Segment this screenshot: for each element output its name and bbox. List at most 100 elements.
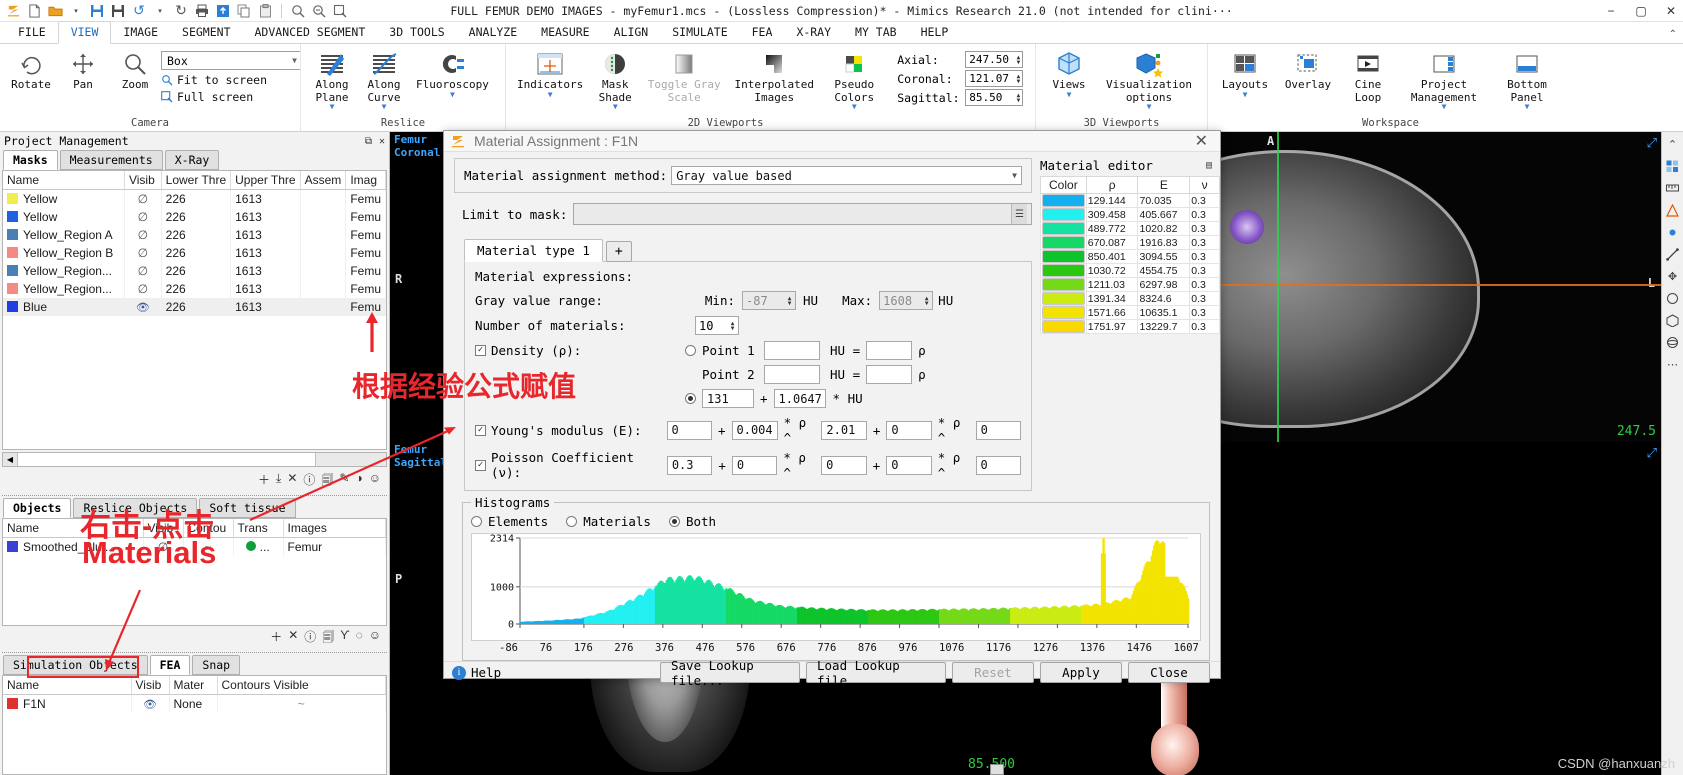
visualization-options-button[interactable]: Visualization options ▼ xyxy=(1097,47,1201,111)
pan-button[interactable]: Pan xyxy=(57,47,109,92)
medit-col-e[interactable]: E xyxy=(1137,176,1191,194)
overlay-button[interactable]: Overlay xyxy=(1277,47,1339,92)
masks-col-upper-threshold[interactable]: Upper Thre xyxy=(230,171,301,190)
pseudo-colors-dropdown-icon[interactable]: ▼ xyxy=(852,103,857,111)
eye-hidden-icon[interactable]: ∅ xyxy=(138,246,148,260)
histogram-option-elements[interactable]: Elements xyxy=(471,514,548,529)
material-e-cell[interactable]: 3094.55 xyxy=(1137,249,1191,264)
coronal-spinner[interactable]: 121.07 ▲ ▼ xyxy=(965,70,1024,87)
color-swatch[interactable] xyxy=(7,301,18,312)
wrap-icon[interactable]: Ƴ xyxy=(340,628,349,649)
menu-tab-help[interactable]: HELP xyxy=(909,22,961,43)
along-plane-button[interactable]: Along Plane ▼ xyxy=(306,47,358,111)
poisson-checkbox[interactable]: ✓ xyxy=(475,459,486,471)
poisson-c-input[interactable]: 0 xyxy=(886,455,932,475)
panel-close-button[interactable]: ✕ xyxy=(379,136,385,147)
gray-max-spinner-arrows[interactable]: ▲ ▼ xyxy=(921,292,932,309)
gray-min-spinner-arrows[interactable]: ▲ ▼ xyxy=(784,292,795,309)
more-icon[interactable]: ☺ xyxy=(369,628,381,649)
menu-tab-image[interactable]: IMAGE xyxy=(111,22,170,43)
zoom-button[interactable]: Zoom xyxy=(109,47,161,92)
boolean-icon[interactable]: ◑ xyxy=(355,471,362,492)
info-icon[interactable]: ⓘ xyxy=(304,628,316,649)
material-rho-cell[interactable]: 1751.97 xyxy=(1085,319,1139,334)
maximize-button[interactable]: ▢ xyxy=(1633,4,1649,18)
material-color-cell[interactable] xyxy=(1040,221,1087,236)
masks-hscrollbar[interactable]: ◀ xyxy=(2,452,387,467)
material-editor-menu-icon[interactable]: ▤ xyxy=(1206,160,1212,171)
indicators-button[interactable]: Indicators ▼ xyxy=(511,47,589,98)
mask-shade-button[interactable]: Mask Shade ▼ xyxy=(589,47,641,111)
close-button[interactable]: Close xyxy=(1128,662,1210,683)
menu-tab-file[interactable]: FILE xyxy=(6,22,58,43)
density-formula-b-input[interactable]: 1.0647 xyxy=(773,389,826,408)
mask-visible-cell[interactable]: 👁 xyxy=(124,298,162,316)
project-management-dropdown-icon[interactable]: ▼ xyxy=(1442,103,1447,111)
poisson-exp-input[interactable]: 0 xyxy=(821,455,867,475)
histogram-option-materials[interactable]: Materials xyxy=(566,514,651,529)
table-row[interactable]: Blue 👁 226 1613 Femu xyxy=(3,298,386,316)
close-button[interactable]: ✕ xyxy=(1663,4,1679,18)
sphere-icon[interactable] xyxy=(1664,334,1682,350)
move-icon[interactable]: ✥ xyxy=(1664,268,1682,284)
sim-col-material[interactable]: Mater xyxy=(169,676,218,695)
color-swatch[interactable] xyxy=(7,698,18,709)
tab-simulation-objects[interactable]: Simulation Objects xyxy=(3,655,148,675)
table-row[interactable]: Yellow ∅ 226 1613 Femu xyxy=(3,208,386,226)
menu-tab-align[interactable]: ALIGN xyxy=(602,22,661,43)
fit-to-screen-link[interactable]: Fit to screen xyxy=(161,73,301,87)
along-curve-dropdown-icon[interactable]: ▼ xyxy=(382,103,387,111)
bottom-panel-button[interactable]: Bottom Panel ▼ xyxy=(1491,47,1563,111)
density-point1-hu-input[interactable] xyxy=(764,341,820,360)
material-e-cell[interactable]: 1020.82 xyxy=(1137,221,1191,236)
duplicate-icon[interactable]: 🗐 xyxy=(322,628,334,649)
material-color-cell[interactable] xyxy=(1040,291,1087,306)
info-icon[interactable]: ⓘ xyxy=(303,471,315,492)
material-rho-cell[interactable]: 129.144 xyxy=(1085,193,1139,208)
density-formula-a-input[interactable]: 131 xyxy=(702,389,754,408)
coronal-spinner-arrows[interactable]: ▲ ▼ xyxy=(1017,73,1023,84)
youngs-c-input[interactable]: 0 xyxy=(886,420,932,440)
material-nu-cell[interactable]: 0.3 xyxy=(1189,319,1220,334)
table-row[interactable]: 1030.72 4554.75 0.3 xyxy=(1040,263,1220,278)
material-rho-cell[interactable]: 489.772 xyxy=(1085,221,1139,236)
table-row[interactable]: Yellow ∅ 226 1613 Femu xyxy=(3,189,386,208)
tab-reslice-objects[interactable]: Reslice Objects xyxy=(73,498,198,518)
youngs-d-input[interactable]: 0 xyxy=(975,420,1021,440)
axial-spinner[interactable]: 247.50 ▲ ▼ xyxy=(965,51,1024,68)
tab-xray[interactable]: X-Ray xyxy=(164,150,220,170)
line-icon[interactable] xyxy=(1664,246,1682,262)
table-row[interactable]: 309.458 405.667 0.3 xyxy=(1040,207,1220,222)
scroll-thumb[interactable] xyxy=(18,453,316,466)
both-radio[interactable] xyxy=(668,516,680,527)
objects-col-transparency[interactable]: Trans xyxy=(233,519,284,538)
material-color-cell[interactable] xyxy=(1040,249,1087,264)
mask-visible-cell[interactable]: ∅ xyxy=(124,208,162,226)
duplicate-icon[interactable]: 🗐 xyxy=(321,471,333,492)
table-row[interactable]: 670.087 1916.83 0.3 xyxy=(1040,235,1220,250)
medit-col-color[interactable]: Color xyxy=(1040,176,1087,194)
mask-visible-cell[interactable]: ∅ xyxy=(124,189,162,208)
objects-col-name[interactable]: Name xyxy=(3,519,144,538)
save-icon[interactable] xyxy=(88,2,106,20)
histogram-option-both[interactable]: Both xyxy=(668,514,716,529)
material-color-cell[interactable] xyxy=(1040,193,1087,208)
edit-icon[interactable]: ✎ xyxy=(339,471,349,492)
material-e-cell[interactable]: 6297.98 xyxy=(1137,277,1191,292)
color-swatch[interactable] xyxy=(7,193,18,204)
sim-col-contours-visible[interactable]: Contours Visible xyxy=(217,676,386,695)
fluoroscopy-dropdown-icon[interactable]: ▼ xyxy=(450,90,455,98)
reset-button[interactable]: Reset xyxy=(952,662,1034,683)
sim-col-name[interactable]: Name xyxy=(3,676,132,695)
menu-tab-3d-tools[interactable]: 3D TOOLS xyxy=(377,22,456,43)
panel-float-button[interactable]: ⧉ xyxy=(365,136,372,147)
density-point2-hu-input[interactable] xyxy=(764,365,820,384)
color-swatch[interactable] xyxy=(7,265,18,276)
masks-col-lower-threshold[interactable]: Lower Thre xyxy=(161,171,232,190)
youngs-a-input[interactable]: 0 xyxy=(666,420,712,440)
sim-material-cell[interactable]: None xyxy=(169,694,218,713)
zoom-in-icon[interactable] xyxy=(289,2,307,20)
save-as-icon[interactable] xyxy=(109,2,127,20)
limit-to-mask-field[interactable]: ☰ xyxy=(573,203,1032,225)
eye-visible-icon[interactable]: 👁 xyxy=(143,699,157,711)
